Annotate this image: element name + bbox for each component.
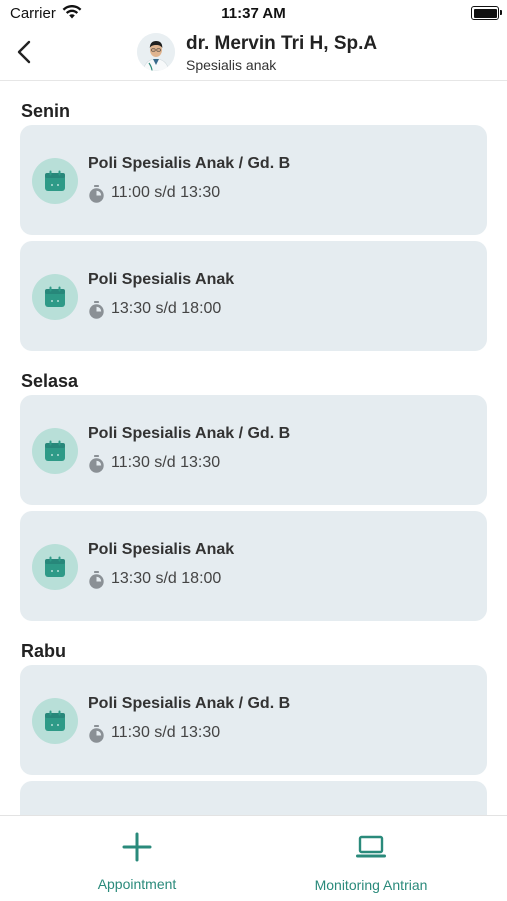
clinic-location: Poli Spesialis Anak — [88, 271, 235, 288]
clinic-time: 11:30 s/d 13:30 — [111, 454, 221, 471]
clinic-time: 11:30 s/d 13:30 — [111, 724, 221, 741]
doctor-name: dr. Mervin Tri H, Sp.A — [186, 33, 378, 54]
calendar-icon — [32, 698, 78, 744]
calendar-icon — [32, 274, 78, 320]
schedule-card[interactable]: Poli Spesialis Anak 13:30 s/d 18:00 — [20, 511, 487, 621]
calendar-icon — [32, 544, 78, 590]
stopwatch-icon — [89, 725, 104, 743]
clinic-time: 11:00 s/d 13:30 — [111, 184, 221, 201]
plus-icon — [122, 832, 152, 862]
schedule-card[interactable]: Poli Spesialis Anak / Gd. B 11:30 s/d 13… — [20, 665, 487, 775]
stopwatch-icon — [89, 301, 104, 319]
appointment-button[interactable]: Appointment — [37, 816, 237, 901]
stopwatch-icon — [89, 571, 104, 589]
bottom-nav: Appointment Monitoring Antrian — [0, 815, 507, 901]
back-button[interactable] — [10, 38, 40, 68]
calendar-icon — [32, 158, 78, 204]
clinic-time: 13:30 s/d 18:00 — [111, 570, 222, 587]
schedule-card-partial[interactable] — [20, 781, 487, 815]
laptop-icon — [356, 835, 386, 858]
day-section-senin: Senin Poli Spesialis Anak / Gd. B 11:00 … — [0, 99, 507, 351]
status-bar: Carrier 11:37 AM — [0, 0, 507, 28]
clinic-location: Poli Spesialis Anak / Gd. B — [88, 425, 291, 442]
clinic-time: 13:30 s/d 18:00 — [111, 300, 222, 317]
schedule-list[interactable]: Senin Poli Spesialis Anak / Gd. B 11:00 … — [0, 81, 507, 815]
day-section-rabu: Rabu Poli Spesialis Anak / Gd. B 11:30 s… — [0, 639, 507, 815]
doctor-specialty: Spesialis anak — [186, 57, 277, 73]
stopwatch-icon — [89, 455, 104, 473]
stopwatch-icon — [89, 185, 104, 203]
status-time: 11:37 AM — [221, 5, 286, 22]
app-header: dr. Mervin Tri H, Sp.A Spesialis anak — [0, 28, 507, 81]
clinic-location: Poli Spesialis Anak — [88, 541, 235, 558]
clinic-location: Poli Spesialis Anak / Gd. B — [88, 155, 291, 172]
clinic-location: Poli Spesialis Anak / Gd. B — [88, 695, 291, 712]
day-section-selasa: Selasa Poli Spesialis Anak / Gd. B 11:30… — [0, 369, 507, 621]
schedule-card[interactable]: Poli Spesialis Anak / Gd. B 11:00 s/d 13… — [20, 125, 487, 235]
schedule-card[interactable]: Poli Spesialis Anak / Gd. B 11:30 s/d 13… — [20, 395, 487, 505]
appointment-label: Appointment — [97, 876, 177, 892]
monitoring-label: Monitoring Antrian — [314, 877, 428, 893]
day-title: Senin — [21, 101, 71, 121]
doctor-avatar — [137, 33, 175, 71]
battery-icon — [471, 6, 502, 20]
schedule-card[interactable]: Poli Spesialis Anak 13:30 s/d 18:00 — [20, 241, 487, 351]
calendar-icon — [32, 428, 78, 474]
monitoring-antrian-button[interactable]: Monitoring Antrian — [271, 816, 471, 901]
chevron-left-icon — [17, 40, 31, 64]
day-title: Selasa — [21, 371, 79, 391]
day-title: Rabu — [21, 641, 66, 661]
